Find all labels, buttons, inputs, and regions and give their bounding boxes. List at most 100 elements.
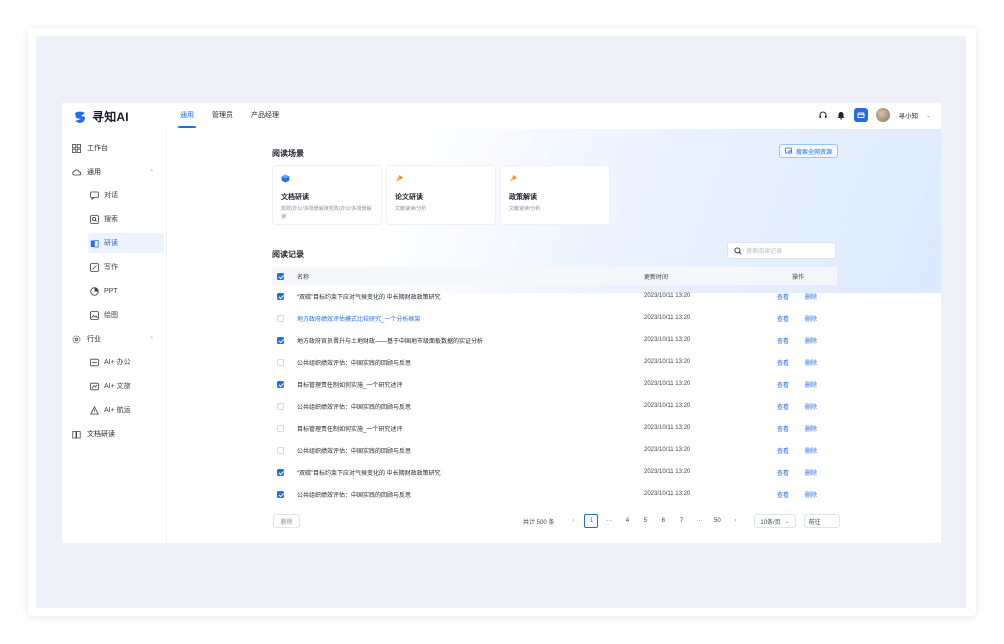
view-link[interactable]: 查看 xyxy=(777,490,789,499)
view-link[interactable]: 查看 xyxy=(777,424,789,433)
scene-card-policy[interactable]: 政策解读 文献速读/分析 xyxy=(500,165,610,225)
sidebar-item-ai-office[interactable]: AI+ 办公 xyxy=(88,352,164,372)
chevron-down-icon[interactable]: ⌄ xyxy=(926,112,931,119)
goto-input[interactable]: 前往 xyxy=(803,514,840,528)
top-nav: 通用 管理员 产品经理 xyxy=(178,103,297,129)
sidebar-group-general[interactable]: 通用 ⌃ xyxy=(72,164,162,180)
sidebar-item-chat[interactable]: 对话 xyxy=(88,185,164,205)
page-button[interactable]: 50 xyxy=(710,514,724,528)
view-link[interactable]: 查看 xyxy=(777,358,789,367)
sidebar-item-document-study[interactable]: 文档研读 xyxy=(72,426,115,442)
row-checkbox[interactable] xyxy=(277,424,284,432)
page-ellipsis[interactable]: ··· xyxy=(692,514,706,528)
row-name[interactable]: 公共组织绩效评估：中国实践的回顾与反思 xyxy=(297,358,411,367)
table-row[interactable]: 目标管理责任制如何实施_一个研究述评 2023/10/11 13:20 查看 删除 xyxy=(272,373,837,395)
row-name[interactable]: 公共组织绩效评估：中国实践的回顾与反思 xyxy=(297,490,411,499)
page-button[interactable]: 4 xyxy=(620,514,634,528)
view-link[interactable]: 查看 xyxy=(777,380,789,389)
row-name[interactable]: 公共组织绩效评估：中国实践的回顾与反思 xyxy=(297,402,411,411)
row-name[interactable]: 地方政府官员晋升与土地财政——基于中国地市级面板数据的实证分析 xyxy=(297,336,483,345)
page-size-select[interactable]: 10条/页 ⌄ xyxy=(754,514,796,528)
delete-link[interactable]: 删除 xyxy=(805,424,817,433)
sidebar-item-drawing[interactable]: 绘图 xyxy=(88,305,164,325)
logo[interactable]: 寻知AI xyxy=(72,108,129,125)
scene-card-document[interactable]: 文档研读 党政/办公/多场景解读党政/办公/多场景解读 xyxy=(272,165,382,225)
sidebar-item-label: 写作 xyxy=(104,264,118,271)
row-checkbox[interactable] xyxy=(277,490,284,498)
nav-tab-admin[interactable]: 管理员 xyxy=(212,103,233,129)
row-checkbox[interactable] xyxy=(277,336,284,344)
delete-link[interactable]: 删除 xyxy=(805,446,817,455)
image-icon xyxy=(90,310,99,320)
view-link[interactable]: 查看 xyxy=(777,446,789,455)
page-button[interactable]: 1 xyxy=(584,514,599,528)
table-row[interactable]: 公共组织绩效评估：中国实践的回顾与反思 2023/10/11 13:20 查看 删… xyxy=(272,483,837,505)
delete-link[interactable]: 删除 xyxy=(805,490,817,499)
row-name[interactable]: 目标管理责任制如何实施_一个研究述评 xyxy=(297,424,402,433)
records-search-input[interactable]: 搜索阅读记录 xyxy=(727,242,836,259)
bulk-delete-button[interactable]: 删除 xyxy=(273,514,300,528)
page-button[interactable]: 5 xyxy=(638,514,652,528)
delete-link[interactable]: 删除 xyxy=(805,292,817,301)
next-page-button[interactable]: › xyxy=(728,514,742,528)
row-name[interactable]: 地方政府绩效评估模式比较研究_一个分析框架 xyxy=(297,314,420,323)
gear-icon xyxy=(72,335,81,343)
page-ellipsis[interactable]: ··· xyxy=(602,514,616,528)
sidebar-item-ai-travel[interactable]: AI+ 文旅 xyxy=(88,376,164,396)
bell-icon[interactable] xyxy=(836,110,846,120)
delete-link[interactable]: 删除 xyxy=(805,336,817,345)
table-row[interactable]: “双碳”目标约束下应对气候变化的 中长期财政政策研究 2023/10/11 13… xyxy=(272,461,837,483)
view-link[interactable]: 查看 xyxy=(777,314,789,323)
row-checkbox[interactable] xyxy=(277,314,284,322)
page-button[interactable]: 7 xyxy=(674,514,688,528)
view-link[interactable]: 查看 xyxy=(777,336,789,345)
prev-page-button[interactable]: ‹ xyxy=(566,514,580,528)
table-row[interactable]: 地方政府绩效评估模式比较研究_一个分析框架 2023/10/11 13:20 查… xyxy=(272,307,837,329)
sidebar-group-industry[interactable]: 行业 ⌃ xyxy=(72,331,162,347)
table-row[interactable]: 目标管理责任制如何实施_一个研究述评 2023/10/11 13:20 查看 删除 xyxy=(272,417,837,439)
sidebar-item-workbench[interactable]: 工作台 xyxy=(72,140,108,156)
sidebar-item-search[interactable]: 搜索 xyxy=(88,209,164,229)
user-name[interactable]: 寻小知 xyxy=(898,110,918,120)
table-row[interactable]: 公共组织绩效评估：中国实践的回顾与反思 2023/10/11 13:20 查看 删… xyxy=(272,351,837,373)
table-row[interactable]: “双碳”目标约束下应对气候变化的 中长期财政政策研究 2023/10/11 13… xyxy=(272,285,837,307)
records-table: 名称 更新时间 操作 “双碳”目标约束下应对气候变化的 中长期财政政策研究 20… xyxy=(272,267,837,505)
row-checkbox[interactable] xyxy=(277,468,284,476)
sidebar-item-ppt[interactable]: PPT xyxy=(88,281,164,301)
table-row[interactable]: 公共组织绩效评估：中国实践的回顾与反思 2023/10/11 13:20 查看 删… xyxy=(272,439,837,461)
view-link[interactable]: 查看 xyxy=(777,402,789,411)
headset-icon[interactable] xyxy=(818,110,828,120)
delete-link[interactable]: 删除 xyxy=(805,380,817,389)
delete-link[interactable]: 删除 xyxy=(805,314,817,323)
avatar[interactable] xyxy=(876,108,891,122)
row-time: 2023/10/11 13:20 xyxy=(644,315,691,321)
view-link[interactable]: 查看 xyxy=(777,468,789,477)
workspace-icon[interactable] xyxy=(854,108,869,122)
scene-card-paper[interactable]: 论文研读 文献速读/分析 xyxy=(386,165,496,225)
delete-link[interactable]: 删除 xyxy=(805,402,817,411)
row-name[interactable]: 公共组织绩效评估：中国实践的回顾与反思 xyxy=(297,446,411,455)
sidebar-item-study[interactable]: 研读 xyxy=(88,233,164,253)
nav-tab-general[interactable]: 通用 xyxy=(178,103,196,129)
row-checkbox[interactable] xyxy=(277,402,284,410)
row-checkbox[interactable] xyxy=(277,446,284,454)
row-checkbox[interactable] xyxy=(277,380,284,388)
ppt-icon xyxy=(90,286,99,296)
select-all-checkbox[interactable] xyxy=(277,272,284,280)
sidebar-item-writing[interactable]: 写作 xyxy=(88,257,164,277)
row-checkbox[interactable] xyxy=(277,358,284,366)
table-row[interactable]: 地方政府官员晋升与土地财政——基于中国地市级面板数据的实证分析 2023/10/… xyxy=(272,329,837,351)
sidebar-item-label: PPT xyxy=(104,287,118,295)
delete-link[interactable]: 删除 xyxy=(805,358,817,367)
sidebar-item-ai-shipping[interactable]: AI+ 航运 xyxy=(88,400,164,420)
nav-tab-product-manager[interactable]: 产品经理 xyxy=(251,103,279,129)
row-checkbox[interactable] xyxy=(277,292,284,300)
row-name[interactable]: “双碳”目标约束下应对气候变化的 中长期财政政策研究 xyxy=(297,468,441,477)
row-name[interactable]: “双碳”目标约束下应对气候变化的 中长期财政政策研究 xyxy=(297,292,441,301)
search-web-button[interactable]: 搜索全网资源 xyxy=(779,144,839,158)
row-name[interactable]: 目标管理责任制如何实施_一个研究述评 xyxy=(297,380,402,389)
delete-link[interactable]: 删除 xyxy=(805,468,817,477)
page-button[interactable]: 6 xyxy=(656,514,670,528)
table-row[interactable]: 公共组织绩效评估：中国实践的回顾与反思 2023/10/11 13:20 查看 删… xyxy=(272,395,837,417)
view-link[interactable]: 查看 xyxy=(777,292,789,301)
